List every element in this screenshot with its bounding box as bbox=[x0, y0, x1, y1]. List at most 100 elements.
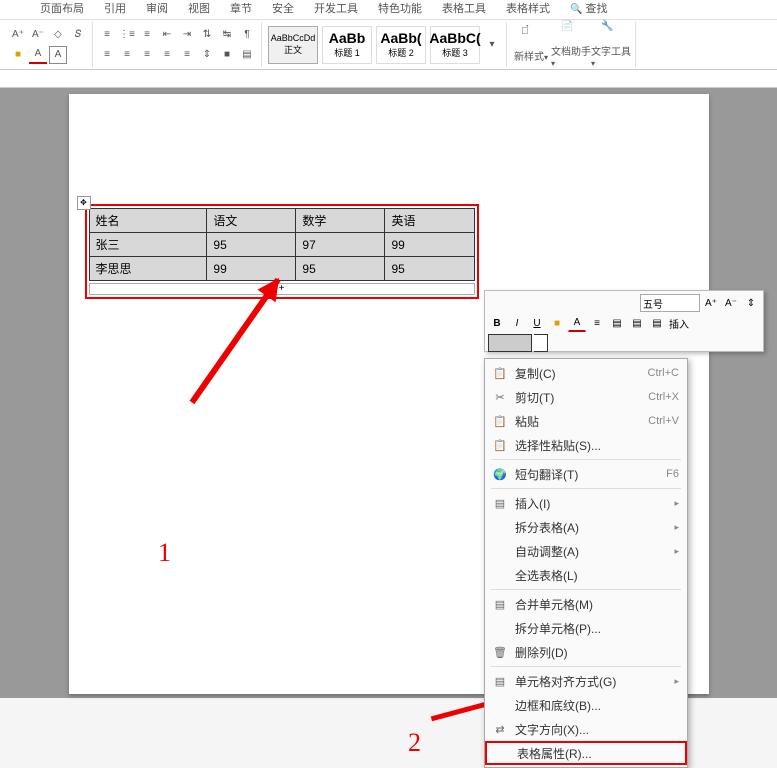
menu-tab[interactable]: 视图 bbox=[178, 0, 220, 16]
char-border-icon[interactable]: A bbox=[49, 46, 67, 64]
borders-icon[interactable]: ▤ bbox=[238, 46, 256, 64]
ribbon-tool[interactable]: 🔧文字工具▾ bbox=[591, 21, 631, 69]
context-menu-item[interactable]: 🗑删除列(D) bbox=[485, 640, 687, 664]
change-case-icon[interactable]: ◇ bbox=[49, 26, 67, 44]
numbering-icon[interactable]: ⋮≡ bbox=[118, 26, 136, 44]
shading-icon[interactable]: ■ bbox=[218, 46, 236, 64]
font-color-icon[interactable]: A bbox=[29, 46, 47, 64]
font-size-input[interactable] bbox=[640, 294, 700, 312]
context-menu-item[interactable]: 表格属性(R)... bbox=[485, 741, 687, 765]
table-row[interactable]: 李思思999595 bbox=[89, 257, 474, 281]
context-menu-item[interactable]: 📋复制(C)Ctrl+C bbox=[485, 361, 687, 385]
style-option[interactable]: AaBbCcDd正文 bbox=[268, 26, 318, 64]
menu-tab[interactable]: 引用 bbox=[94, 0, 136, 16]
menu-tab[interactable]: 特色功能 bbox=[368, 0, 432, 16]
cut-icon: ✂ bbox=[491, 389, 509, 405]
autofit-mini-icon[interactable]: ▤ bbox=[648, 314, 666, 332]
translate-icon: 🌍 bbox=[491, 466, 509, 482]
menu-tab[interactable]: 安全 bbox=[262, 0, 304, 16]
style-option[interactable]: AaBb标题 1 bbox=[322, 26, 372, 64]
merge-mini-icon[interactable]: ▤ bbox=[628, 314, 646, 332]
dec-indent-icon[interactable]: ⇤ bbox=[158, 26, 176, 44]
align-left-icon[interactable]: ≡ bbox=[98, 46, 116, 64]
table-cell[interactable]: 语文 bbox=[207, 209, 296, 233]
font-shrink-icon[interactable]: A⁻ bbox=[29, 26, 47, 44]
table-cell[interactable]: 99 bbox=[207, 257, 296, 281]
table-cell[interactable]: 姓名 bbox=[89, 209, 207, 233]
inc-indent-icon[interactable]: ⇥ bbox=[178, 26, 196, 44]
context-menu-item[interactable]: ⇄文字方向(X)... bbox=[485, 717, 687, 741]
context-menu-item[interactable]: 自动调整(A)▸ bbox=[485, 539, 687, 563]
context-menu-item[interactable]: 拆分表格(A)▸ bbox=[485, 515, 687, 539]
line-spacing-mini-icon[interactable]: ⇕ bbox=[742, 294, 760, 312]
multilevel-icon[interactable]: ≡ bbox=[138, 26, 156, 44]
border-mini-icon[interactable]: ▤ bbox=[608, 314, 626, 332]
ribbon-tool[interactable]: Ａ̉新样式▾ bbox=[511, 26, 551, 63]
italic-icon[interactable]: I bbox=[508, 314, 526, 332]
context-menu-item[interactable]: 全选表格(L) bbox=[485, 563, 687, 587]
align-center-icon[interactable]: ≡ bbox=[118, 46, 136, 64]
context-menu-item[interactable]: 边框和底纹(B)... bbox=[485, 693, 687, 717]
table-cell[interactable]: 英语 bbox=[385, 209, 474, 233]
menu-item-label: 全选表格(L) bbox=[515, 567, 679, 584]
table-cell[interactable]: 数学 bbox=[296, 209, 385, 233]
sort-icon[interactable]: ⇅ bbox=[198, 26, 216, 44]
menu-tab[interactable]: 表格工具 bbox=[432, 0, 496, 16]
styles-more-icon[interactable]: ▾ bbox=[483, 36, 501, 54]
paste-icon: 📋 bbox=[491, 413, 509, 429]
context-menu-item[interactable]: 📋选择性粘贴(S)... bbox=[485, 433, 687, 457]
table-cell[interactable]: 张三 bbox=[89, 233, 207, 257]
context-menu-item[interactable]: 拆分单元格(P)... bbox=[485, 616, 687, 640]
table-row[interactable]: 张三959799 bbox=[89, 233, 474, 257]
justify-icon[interactable]: ≡ bbox=[158, 46, 176, 64]
table-cell[interactable]: 97 bbox=[296, 233, 385, 257]
show-marks-icon[interactable]: ¶ bbox=[238, 26, 256, 44]
context-menu-item[interactable]: 🌍短句翻译(T)F6 bbox=[485, 462, 687, 486]
highlight-icon[interactable]: ■ bbox=[9, 46, 27, 64]
menu-bar: 页面布局引用审阅视图章节安全开发工具特色功能表格工具表格样式🔍 查找 bbox=[0, 0, 777, 20]
underline-icon[interactable]: U bbox=[528, 314, 546, 332]
context-menu-item[interactable]: 📋粘贴Ctrl+V bbox=[485, 409, 687, 433]
context-menu-item[interactable]: ▤单元格对齐方式(G)▸ bbox=[485, 669, 687, 693]
clear-format-icon[interactable]: 𝑆 bbox=[69, 26, 87, 44]
style-option[interactable]: AaBb(标题 2 bbox=[376, 26, 426, 64]
table-cell[interactable]: 99 bbox=[385, 233, 474, 257]
menu-item-label: 合并单元格(M) bbox=[515, 596, 679, 613]
menu-separator bbox=[491, 488, 681, 489]
table-cell[interactable]: 95 bbox=[207, 233, 296, 257]
context-menu-item[interactable]: ▤插入(I)▸ bbox=[485, 491, 687, 515]
menu-item-label: 短句翻译(T) bbox=[515, 466, 666, 483]
menu-tab[interactable]: 🔍 查找 bbox=[560, 0, 618, 16]
menu-tab[interactable]: 审阅 bbox=[136, 0, 178, 16]
context-menu-item[interactable]: ✂剪切(T)Ctrl+X bbox=[485, 385, 687, 409]
insert-mini-icon[interactable]: 插入 bbox=[668, 314, 690, 332]
align-right-icon[interactable]: ≡ bbox=[138, 46, 156, 64]
table-row[interactable]: 姓名语文数学英语 bbox=[89, 209, 474, 233]
distribute-icon[interactable]: ≡ bbox=[178, 46, 196, 64]
textdir-icon: ⇄ bbox=[491, 721, 509, 737]
line-spacing-icon[interactable]: ⇕ bbox=[198, 46, 216, 64]
bullets-icon[interactable]: ≡ bbox=[98, 26, 116, 44]
table-cell[interactable]: 95 bbox=[296, 257, 385, 281]
ribbon-tool[interactable]: 📄文档助手▾ bbox=[551, 21, 591, 69]
highlight-mini-icon[interactable]: ■ bbox=[548, 314, 566, 332]
table-move-handle[interactable]: ✥ bbox=[77, 196, 91, 210]
cell-preview-b bbox=[534, 334, 548, 352]
style-option[interactable]: AaBbC(标题 3 bbox=[430, 26, 480, 64]
menu-tab[interactable]: 页面布局 bbox=[30, 0, 94, 16]
align-mini-icon[interactable]: ≡ bbox=[588, 314, 606, 332]
menu-tab[interactable]: 章节 bbox=[220, 0, 262, 16]
menu-tab[interactable]: 开发工具 bbox=[304, 0, 368, 16]
font-color-mini-icon[interactable]: A bbox=[568, 314, 586, 332]
table-cell[interactable]: 95 bbox=[385, 257, 474, 281]
tab-icon[interactable]: ↹ bbox=[218, 26, 236, 44]
document-table[interactable]: 姓名语文数学英语张三959799李思思999595 bbox=[89, 208, 475, 281]
font-shrink-mini-icon[interactable]: A⁻ bbox=[722, 294, 740, 312]
menu-tab[interactable]: 表格样式 bbox=[496, 0, 560, 16]
bold-icon[interactable]: B bbox=[488, 314, 506, 332]
mini-toolbar: A⁺ A⁻ ⇕ B I U ■ A ≡ ▤ ▤ ▤ 插入 bbox=[484, 290, 764, 352]
context-menu-item[interactable]: ▤合并单元格(M) bbox=[485, 592, 687, 616]
table-cell[interactable]: 李思思 bbox=[89, 257, 207, 281]
font-grow-icon[interactable]: A⁺ bbox=[9, 26, 27, 44]
font-grow-mini-icon[interactable]: A⁺ bbox=[702, 294, 720, 312]
